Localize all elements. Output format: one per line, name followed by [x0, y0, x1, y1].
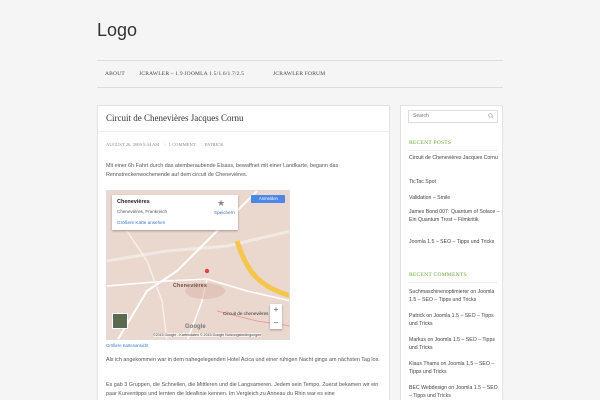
recent-post-link[interactable]: Circuit de Chenevières Jacques Cornu	[409, 154, 501, 162]
site-logo[interactable]: Logo	[97, 20, 137, 41]
search-placeholder: Search	[413, 113, 429, 119]
recent-comment-link[interactable]: Klaus Thams on Joomla 1.5 – SEO – Tipps …	[409, 360, 501, 376]
recent-post-link[interactable]: Joomla 1.5 – SEO – Tipps und Tricks	[409, 238, 501, 246]
recent-comment-link[interactable]: Markus on Joomla 1.5 – SEO – Tipps und T…	[409, 336, 501, 352]
search-icon[interactable]	[488, 113, 494, 119]
recent-comment-link[interactable]: Suchmaschinenoptimierer on Joomla 1.5 – …	[409, 288, 501, 304]
zoom-in-button[interactable]: +	[270, 304, 282, 317]
map-attribution: ©2015 Google - Kartendaten © 2015 Google…	[153, 333, 262, 337]
post-date: August 26, 2009 5:44 am	[106, 142, 160, 147]
post-paragraph-2: Als ich angekommen war in dem nahegelege…	[106, 357, 380, 363]
main-nav: About JCrawler – 1.9 Joomla 1.5/1.6/1.7/…	[97, 60, 503, 88]
recent-post-link[interactable]: TicTac Spot	[409, 178, 501, 186]
star-icon[interactable]: ★	[217, 198, 225, 209]
map-circuit-label: Circuit de chenevières	[223, 311, 269, 316]
widget-divider	[408, 282, 498, 283]
map-place-name: Chenevières	[117, 199, 150, 205]
recent-post-link[interactable]: James Bond 007: Quantum of Solace – Ein …	[409, 208, 501, 224]
meta-separator: \	[200, 142, 202, 147]
recent-comment-link[interactable]: BEC Webdesign on Joomla 1.5 – SEO – Tipp…	[409, 384, 501, 400]
search-input[interactable]: Search	[408, 110, 498, 123]
widget-divider	[408, 150, 498, 151]
post-article: Circuit de Chenevières Jacques Cornu Aug…	[97, 105, 390, 400]
post-comments-link[interactable]: 1 Comment	[169, 142, 196, 147]
map-info-card: Chenevières Chenevières, Frankreich Größ…	[112, 195, 238, 230]
satellite-toggle[interactable]	[112, 313, 128, 329]
sidebar: Search Recent Posts Circuit de Chenevièr…	[400, 105, 503, 400]
map-signin-button[interactable]: Anmelden	[251, 195, 285, 203]
post-author-link[interactable]: Patrick	[205, 142, 224, 147]
map-zoom-control: + −	[270, 304, 282, 329]
recent-comment-link[interactable]: Patrick on Joomla 1.5 – SEO – Tipps und …	[409, 312, 501, 328]
map-larger-map-link[interactable]: Größere Karte ansehen	[117, 220, 165, 225]
map-caption-link[interactable]: Größere Kartenansicht	[106, 343, 148, 348]
recent-post-link[interactable]: Validation – Smile	[409, 194, 501, 202]
map-town-label: Chenevières	[173, 283, 208, 289]
embedded-map[interactable]: Chenevières Chenevières, Frankreich Größ…	[106, 190, 290, 340]
post-title[interactable]: Circuit de Chenevières Jacques Cornu	[106, 113, 243, 123]
nav-item-jcrawler[interactable]: JCrawler – 1.9 Joomla 1.5/1.6/1.7/2.5	[139, 71, 244, 77]
post-intro: Mit einer 6h Fahrt durch das atemberaube…	[106, 163, 339, 178]
map-save-button[interactable]: Speichern	[214, 210, 235, 215]
title-divider	[98, 131, 389, 132]
map-place-subtitle: Chenevières, Frankreich	[117, 209, 168, 214]
zoom-out-button[interactable]: −	[270, 317, 282, 330]
post-paragraph-3: Es gab 3 Gruppen, die Schnellen, die Mit…	[106, 382, 379, 397]
recent-comments-title: Recent Comments	[409, 272, 467, 278]
nav-item-about[interactable]: About	[105, 71, 125, 77]
nav-item-jcrawler-forum[interactable]: JCrawler Forum	[273, 71, 325, 77]
google-logo: Google	[185, 324, 206, 330]
meta-separator: \	[164, 142, 166, 147]
post-meta: August 26, 2009 5:44 am \ 1 Comment \ Patric…	[106, 142, 226, 147]
recent-posts-title: Recent Posts	[409, 140, 452, 146]
